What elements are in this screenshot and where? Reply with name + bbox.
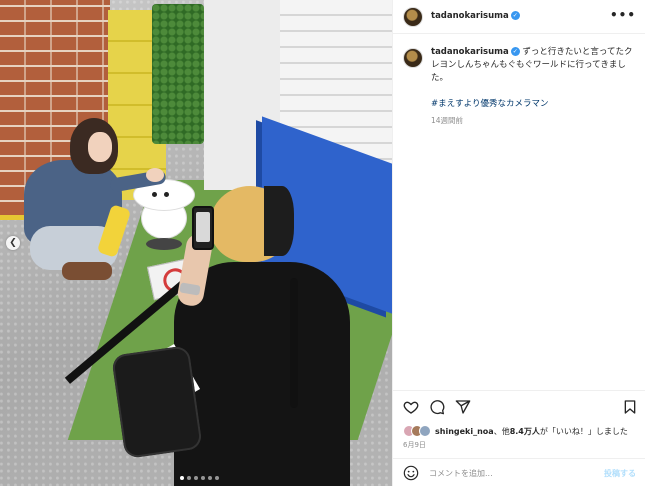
post-photo[interactable]: ❮	[0, 0, 392, 486]
post-date[interactable]: 6月9日	[403, 440, 426, 450]
woman-shoe	[62, 262, 112, 280]
man-cap	[264, 186, 294, 256]
caption-text: tadanokarisuma ✓ ずっと行きたいと言ってたクレヨンしんちゃんもぐも…	[431, 46, 639, 85]
share-icon[interactable]	[455, 399, 471, 415]
more-options-icon[interactable]: •••	[610, 8, 636, 22]
hedge	[152, 4, 204, 144]
emoji-icon[interactable]	[403, 465, 419, 481]
verified-badge-icon: ✓	[510, 11, 520, 20]
comment-input[interactable]	[429, 465, 589, 481]
post-comment-button[interactable]: 投稿する	[604, 468, 636, 479]
post-side-panel: tadanokarisuma ✓ ••• tadanokarisuma ✓ ずっと行…	[392, 0, 645, 486]
heart-icon[interactable]	[403, 399, 419, 415]
likes-count[interactable]: 8.4万人	[510, 427, 540, 436]
carousel-dot	[215, 476, 219, 480]
verified-badge-icon: ✓	[510, 47, 520, 56]
carousel-dots	[180, 476, 219, 480]
chevron-left-icon[interactable]: ❮	[6, 236, 20, 250]
carousel-dot	[208, 476, 212, 480]
comment-icon[interactable]	[429, 399, 445, 415]
carousel-dot	[194, 476, 198, 480]
white-dog-statue	[132, 180, 194, 252]
carousel-dot	[201, 476, 205, 480]
action-bar	[393, 390, 645, 422]
header-username[interactable]: tadanokarisuma ✓	[431, 11, 520, 21]
carousel-dot	[180, 476, 184, 480]
likes-text: shingeki_noa、他8.4万人が「いいね！」しました	[435, 426, 628, 436]
likes-summary: shingeki_noa、他8.4万人が「いいね！」しました	[403, 425, 628, 437]
bag-strap	[290, 278, 298, 408]
liker-username[interactable]: shingeki_noa	[435, 427, 494, 436]
smartphone	[192, 206, 214, 250]
caption-username[interactable]: tadanokarisuma	[431, 47, 509, 57]
bookmark-icon[interactable]	[622, 399, 638, 415]
woman-hand	[146, 168, 164, 182]
black-bag	[111, 345, 203, 459]
liker-avatar	[419, 425, 431, 437]
avatar[interactable]	[403, 7, 423, 27]
comment-bar: 投稿する	[393, 458, 645, 486]
caption-avatar[interactable]	[403, 48, 423, 68]
woman-face	[88, 132, 112, 162]
hashtag-link[interactable]: #まえすより優秀なカメラマン	[431, 97, 639, 109]
carousel-dot	[187, 476, 191, 480]
post-time[interactable]: 14週間前	[431, 115, 639, 126]
caption-block: tadanokarisuma ✓ ずっと行きたいと言ってたクレヨンしんちゃんもぐも…	[403, 46, 639, 126]
post-header: tadanokarisuma ✓ •••	[393, 0, 645, 34]
